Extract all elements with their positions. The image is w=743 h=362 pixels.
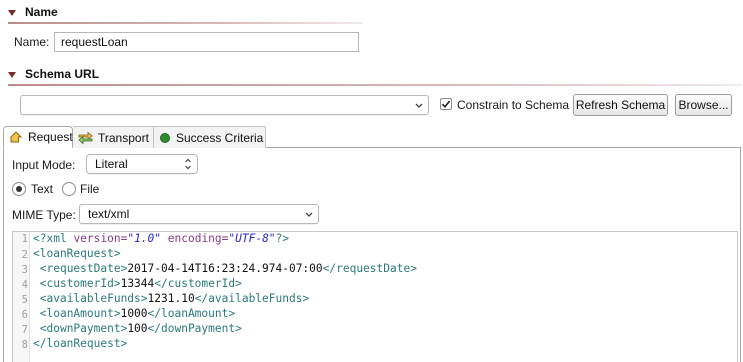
- line-number: 4: [21, 279, 28, 291]
- xml-text: 1231.10: [147, 292, 195, 305]
- xml-open-tag: <loanAmount>: [39, 307, 121, 320]
- xml-close-tag: </downPayment>: [147, 322, 242, 335]
- mime-type-value: text/xml: [88, 207, 130, 221]
- line-number: 5: [21, 294, 28, 306]
- name-label: Name:: [14, 35, 50, 49]
- constrain-schema-checkbox[interactable]: [440, 98, 452, 110]
- radio-selected-dot: [16, 186, 22, 192]
- transport-arrows-icon: [78, 131, 93, 145]
- line-number: 3: [21, 264, 28, 276]
- xml-close-tag: </requestDate>: [322, 262, 417, 275]
- checkmark-icon: [441, 100, 451, 109]
- schema-section-header[interactable]: Schema URL: [8, 66, 99, 82]
- xml-open-tag: <downPayment>: [39, 322, 128, 335]
- browse-button[interactable]: Browse...: [675, 94, 732, 116]
- tab-success-criteria[interactable]: Success Criteria: [154, 126, 266, 148]
- chevron-down-icon: [305, 212, 313, 217]
- schema-section-divider: [8, 84, 742, 86]
- xml-close-tag: </customerId>: [154, 277, 242, 290]
- tab-request[interactable]: Request: [3, 126, 73, 148]
- code-line: </loanRequest>: [33, 337, 127, 350]
- mime-type-label: MIME Type:: [12, 208, 76, 222]
- request-arrow-icon: [9, 130, 23, 144]
- collapse-triangle-icon[interactable]: [8, 71, 16, 78]
- input-mode-label: Input Mode:: [12, 158, 76, 172]
- tab-transport[interactable]: Transport: [73, 126, 154, 148]
- name-section-title: Name: [25, 5, 58, 19]
- name-section-header[interactable]: Name: [8, 4, 58, 20]
- xml-open-tag: <availableFunds>: [39, 292, 148, 305]
- mime-type-combo[interactable]: text/xml: [79, 204, 319, 224]
- input-mode-value: Literal: [95, 157, 128, 171]
- code-line-xml-declaration: <?xml version="1.0" encoding="UTF-8"?>: [33, 232, 289, 245]
- line-number: 6: [21, 309, 28, 321]
- radio-file-label: File: [80, 182, 100, 196]
- code-line: <loanRequest>: [33, 247, 121, 260]
- refresh-schema-button[interactable]: Refresh Schema: [573, 94, 668, 116]
- xml-val-encoding: "UTF-8": [228, 232, 276, 245]
- xml-text: 100: [127, 322, 148, 335]
- xml-text: 1000: [120, 307, 148, 320]
- code-line: <availableFunds>1231.10</availableFunds>: [33, 292, 309, 305]
- line-number: 8: [21, 339, 28, 351]
- xml-decl-open: <?xml: [33, 232, 67, 245]
- xml-val-version: "1.0": [127, 232, 162, 245]
- xml-attr-version: version=: [73, 232, 128, 245]
- xml-close-tag: </loanAmount>: [147, 307, 236, 320]
- line-number: 7: [21, 324, 28, 336]
- xml-open-tag: </loanRequest>: [33, 337, 128, 350]
- green-circle-icon: [159, 132, 171, 144]
- radio-text-label: Text: [31, 182, 54, 196]
- code-line: <requestDate>2017-04-14T16:23:24.974-07:…: [33, 262, 417, 275]
- xml-open-tag: <requestDate>: [39, 262, 128, 275]
- radio-text[interactable]: [12, 182, 26, 196]
- xml-close-tag: </availableFunds>: [194, 292, 310, 305]
- code-line: <downPayment>100</downPayment>: [33, 322, 242, 335]
- xml-open-tag: <customerId>: [39, 277, 121, 290]
- input-mode-select[interactable]: Literal: [86, 154, 198, 174]
- xml-decl-close: ?>: [275, 232, 290, 245]
- xml-text: 13344: [120, 277, 155, 290]
- xml-open-tag: <loanRequest>: [33, 247, 121, 260]
- chevron-down-icon: [415, 103, 423, 108]
- schema-url-combo[interactable]: [20, 95, 429, 115]
- name-section-divider: [8, 22, 363, 24]
- radio-file[interactable]: [62, 182, 76, 196]
- updown-chevron-icon: [185, 158, 191, 170]
- xml-attr-encoding: encoding=: [167, 232, 229, 245]
- collapse-triangle-icon[interactable]: [8, 9, 16, 16]
- xml-text: 2017-04-14T16:23:24.974-07:00: [127, 262, 323, 275]
- code-line: <customerId>13344</customerId>: [33, 277, 242, 290]
- code-line: <loanAmount>1000</loanAmount>: [33, 307, 235, 320]
- tab-request-label: Request: [28, 130, 73, 144]
- xml-editor[interactable]: 1 2 3 4 5 6 7 8 <?xml version="1.0" enco…: [12, 231, 738, 362]
- tab-transport-label: Transport: [98, 130, 149, 145]
- line-number: 2: [21, 249, 28, 261]
- constrain-schema-label: Constrain to Schema: [457, 98, 570, 112]
- tab-success-criteria-label: Success Criteria: [176, 130, 264, 145]
- line-number-gutter: 1 2 3 4 5 6 7 8: [13, 232, 30, 362]
- schema-section-title: Schema URL: [25, 67, 100, 81]
- line-number: 1: [21, 233, 28, 245]
- name-input[interactable]: requestLoan: [54, 32, 359, 52]
